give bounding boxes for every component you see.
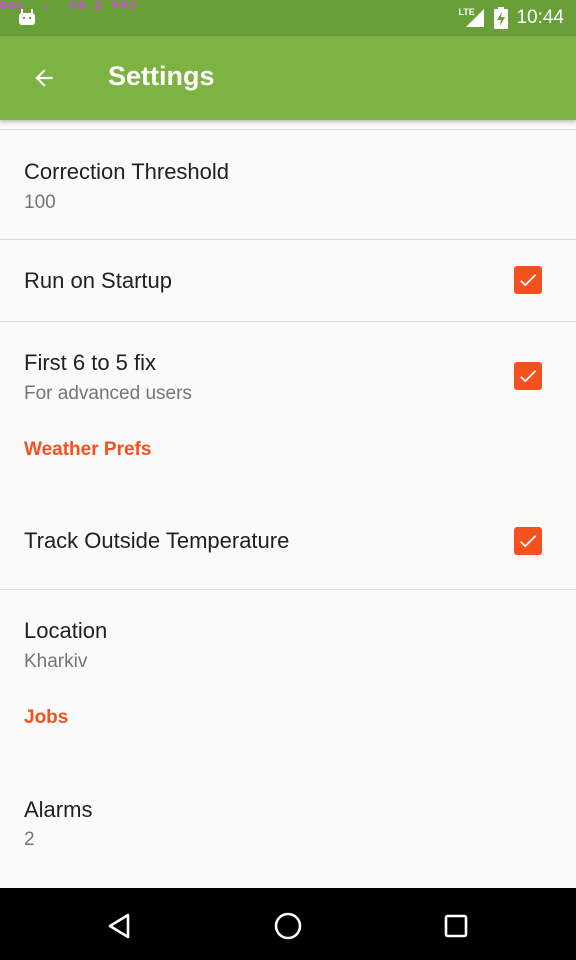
pref-run-on-startup[interactable]: Run on Startup: [0, 240, 576, 321]
track-outside-temperature-checkbox[interactable]: [514, 527, 542, 555]
run-on-startup-checkbox[interactable]: [514, 266, 542, 294]
pref-track-outside-temperature[interactable]: Track Outside Temperature: [0, 506, 576, 589]
arrow-back-icon: [35, 69, 53, 87]
checkmark-icon: [520, 535, 537, 548]
checkmark-icon: [520, 274, 537, 287]
android-debug-icon: [19, 9, 35, 25]
category-jobs: Jobs: [0, 702, 576, 772]
pref-alarms[interactable]: Alarms 2: [0, 772, 576, 852]
category-label: Jobs: [24, 707, 69, 728]
nav-back-button[interactable]: [100, 906, 140, 946]
pref-title: First 6 to 5 fix: [24, 350, 157, 375]
navigation-bar: [0, 888, 576, 960]
settings-screen: OGL : 58.2 FPS LTE 10:44 Settings Correc…: [0, 0, 576, 960]
pref-summary: Kharkiv: [24, 651, 88, 672]
pref-title: Alarms: [24, 797, 93, 822]
category-weather-prefs: Weather Prefs: [0, 434, 576, 506]
pref-summary: 2: [24, 829, 35, 850]
pref-location[interactable]: Location Kharkiv: [0, 590, 576, 702]
nav-home-button[interactable]: [268, 906, 308, 946]
pref-title: Location: [24, 618, 108, 643]
pref-first-6-to-5-fix[interactable]: First 6 to 5 fix For advanced users: [0, 322, 576, 434]
nav-recents-button[interactable]: [436, 906, 476, 946]
pref-title: Correction Threshold: [24, 159, 230, 184]
pref-title: Run on Startup: [24, 268, 172, 293]
checkmark-icon: [520, 370, 537, 383]
page-title: Settings: [108, 61, 215, 91]
lte-signal-icon: LTE: [458, 7, 486, 29]
back-button[interactable]: [22, 56, 66, 100]
triangle-back-icon: [108, 913, 130, 939]
square-recents-icon: [444, 914, 468, 938]
app-bar: Settings: [0, 36, 576, 120]
pref-correction-threshold[interactable]: Correction Threshold 100: [0, 130, 576, 239]
preferences-list: Correction Threshold 100 Run on Startup …: [0, 120, 576, 852]
status-bar: OGL : 58.2 FPS LTE 10:44: [0, 0, 576, 36]
pref-title: Track Outside Temperature: [24, 528, 290, 553]
pref-summary: For advanced users: [24, 383, 192, 404]
pref-summary: 100: [24, 192, 56, 213]
status-indicators: LTE 10:44: [458, 0, 564, 36]
clock: 10:44: [516, 7, 564, 28]
category-label: Weather Prefs: [24, 439, 152, 460]
first-6-to-5-fix-checkbox[interactable]: [514, 362, 542, 390]
circle-home-icon: [274, 912, 302, 940]
battery-charging-icon: [494, 7, 509, 29]
